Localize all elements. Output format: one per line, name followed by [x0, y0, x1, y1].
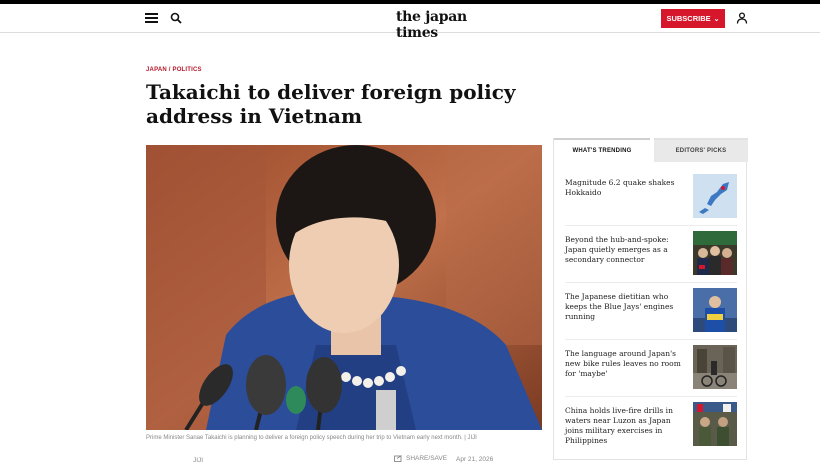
sidebar-tabs: WHAT'S TRENDING EDITORS' PICKS	[554, 138, 748, 162]
stadium-thumbnail	[693, 288, 737, 332]
share-save-label: SHARE/SAVE	[406, 455, 448, 462]
article-headline: Takaichi to deliver foreign policy addre…	[146, 80, 516, 128]
sidebar-panel: WHAT'S TRENDING EDITORS' PICKS Magnitude…	[553, 138, 748, 463]
trending-item[interactable]: China holds live-fire drills in waters n…	[554, 402, 748, 463]
site-logo[interactable]: the japan times	[396, 9, 506, 41]
item-divider	[565, 225, 737, 226]
trending-item-title: The language around Japan's new bike rul…	[565, 349, 681, 378]
military-thumbnail	[693, 402, 737, 446]
item-divider	[565, 282, 737, 283]
hamburger-icon[interactable]	[145, 13, 158, 23]
share-save-button[interactable]: SHARE/SAVE	[394, 455, 447, 462]
trending-item-title: Magnitude 6.2 quake shakes Hokkaido	[565, 178, 675, 197]
trending-item-title: The Japanese dietitian who keeps the Blu…	[565, 292, 674, 321]
article-byline: JIJI	[193, 457, 204, 464]
chevron-down-icon: ⌄	[713, 15, 720, 23]
item-divider	[565, 396, 737, 397]
publish-date: Apr 21, 2026	[456, 456, 494, 463]
trending-item-title: Beyond the hub-and-spoke: Japan quietly …	[565, 235, 669, 264]
share-icon	[394, 455, 402, 462]
site-header: the japan times SUBSCRIBE ⌄	[0, 4, 820, 41]
article-category[interactable]: JAPAN / POLITICS	[146, 67, 202, 73]
image-caption: Prime Minister Sanae Takaichi is plannin…	[146, 435, 477, 441]
leaders-thumbnail	[693, 231, 737, 275]
subscribe-button[interactable]: SUBSCRIBE ⌄	[661, 9, 725, 28]
subscribe-label: SUBSCRIBE	[666, 14, 711, 23]
tab-whats-trending[interactable]: WHAT'S TRENDING	[554, 138, 650, 162]
trending-item[interactable]: The Japanese dietitian who keeps the Blu…	[554, 288, 748, 349]
item-divider	[565, 339, 737, 340]
map-thumbnail	[693, 174, 737, 218]
street-thumbnail	[693, 345, 737, 389]
trending-item-title: China holds live-fire drills in waters n…	[565, 406, 673, 445]
trending-item[interactable]: Magnitude 6.2 quake shakes Hokkaido	[554, 174, 748, 235]
user-icon[interactable]	[736, 12, 748, 24]
search-icon[interactable]	[170, 12, 182, 24]
tab-editors-picks[interactable]: EDITORS' PICKS	[654, 138, 748, 162]
trending-item[interactable]: The language around Japan's new bike rul…	[554, 345, 748, 406]
trending-item[interactable]: Beyond the hub-and-spoke: Japan quietly …	[554, 231, 748, 292]
hero-image	[146, 145, 542, 430]
